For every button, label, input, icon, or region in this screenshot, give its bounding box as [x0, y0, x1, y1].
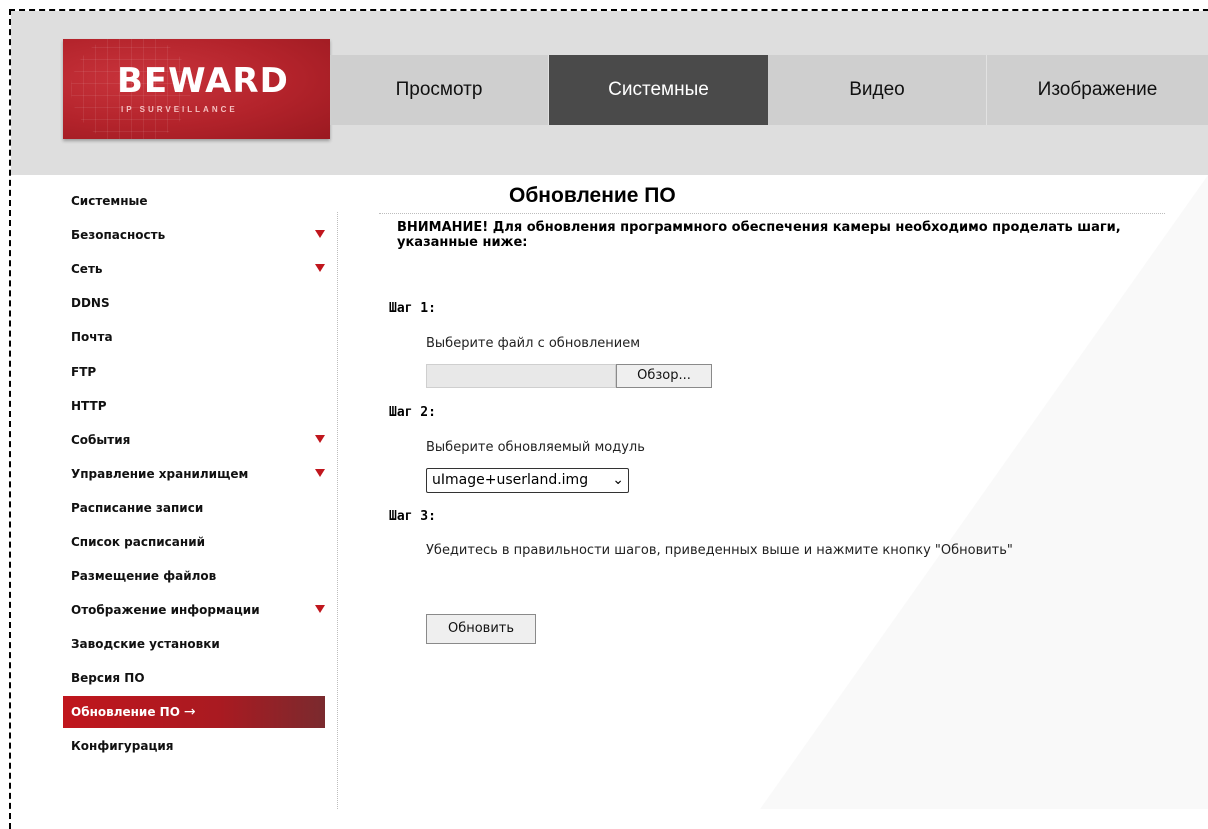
warning-text: ВНИМАНИЕ! Для обновления программного об…	[397, 220, 1121, 250]
step2-text: Выберите обновляемый модуль	[426, 440, 645, 455]
chevron-down-icon: ⌄	[612, 472, 624, 488]
module-select[interactable]: uImage+userland.img ⌄	[426, 468, 629, 493]
step2-label: Шаг 2:	[389, 405, 436, 420]
sidebar: Системные Безопасность Сеть DDNS Почта F…	[63, 184, 325, 764]
sidebar-item-security[interactable]: Безопасность	[63, 218, 325, 252]
sidebar-item-label: Обновление ПО	[71, 705, 180, 720]
sidebar-item-label: Безопасность	[71, 228, 166, 243]
sidebar-item-firmware-version[interactable]: Версия ПО	[63, 661, 325, 695]
expand-triangle-icon	[315, 605, 325, 614]
sidebar-item-configuration[interactable]: Конфигурация	[63, 729, 325, 763]
tab-view[interactable]: Просмотр	[330, 55, 549, 125]
sidebar-item-network[interactable]: Сеть	[63, 252, 325, 286]
sidebar-item-http[interactable]: HTTP	[63, 389, 325, 423]
sidebar-item-schedule-list[interactable]: Список расписаний	[63, 525, 325, 559]
sidebar-item-info-display[interactable]: Отображение информации	[63, 593, 325, 627]
sidebar-item-label: Список расписаний	[71, 534, 206, 549]
sidebar-item-system[interactable]: Системные	[63, 184, 325, 218]
sidebar-item-label: Отображение информации	[71, 603, 260, 618]
sidebar-item-label: События	[71, 432, 131, 447]
arrow-right-icon: →	[183, 704, 196, 721]
sidebar-divider	[337, 212, 338, 809]
sidebar-item-storage[interactable]: Управление хранилищем	[63, 457, 325, 491]
page-title: Обновление ПО	[509, 184, 676, 207]
sidebar-item-record-schedule[interactable]: Расписание записи	[63, 491, 325, 525]
update-button[interactable]: Обновить	[426, 614, 536, 644]
brand-logo[interactable]: BEWARD IP SURVEILLANCE	[63, 39, 330, 139]
file-path-field[interactable]	[426, 364, 616, 388]
sidebar-item-label: Размещение файлов	[71, 569, 217, 584]
sidebar-item-label: Заводские установки	[71, 637, 220, 652]
expand-triangle-icon	[315, 264, 325, 273]
expand-triangle-icon	[315, 230, 325, 239]
sidebar-item-label: Конфигурация	[71, 739, 174, 754]
sidebar-item-file-placement[interactable]: Размещение файлов	[63, 559, 325, 593]
sidebar-item-firmware-update[interactable]: Обновление ПО →	[63, 696, 325, 729]
sidebar-item-events[interactable]: События	[63, 423, 325, 457]
sidebar-item-mail[interactable]: Почта	[63, 320, 325, 354]
title-divider	[379, 213, 1165, 214]
tab-image[interactable]: Изображение	[987, 55, 1208, 125]
tab-system[interactable]: Системные	[549, 55, 768, 125]
expand-triangle-icon	[315, 468, 325, 477]
module-select-value: uImage+userland.img	[432, 472, 589, 488]
sidebar-item-label: Почта	[71, 330, 113, 345]
brand-tagline: IP SURVEILLANCE	[121, 105, 238, 114]
sidebar-item-ftp[interactable]: FTP	[63, 354, 325, 388]
top-nav: Просмотр Системные Видео Изображение	[330, 55, 1208, 125]
step3-text: Убедитесь в правильности шагов, приведен…	[426, 543, 1013, 558]
sidebar-item-label: Системные	[71, 194, 148, 209]
sidebar-item-label: FTP	[71, 364, 97, 379]
brand-name: BEWARD	[117, 61, 289, 101]
tab-video[interactable]: Видео	[768, 55, 987, 125]
step3-label: Шаг 3:	[389, 509, 436, 524]
step1-text: Выберите файл с обновлением	[426, 336, 640, 351]
sidebar-item-factory-defaults[interactable]: Заводские установки	[63, 627, 325, 661]
sidebar-item-label: Расписание записи	[71, 500, 204, 515]
browse-button[interactable]: Обзор...	[616, 364, 712, 388]
sidebar-item-label: Сеть	[71, 262, 103, 277]
sidebar-item-ddns[interactable]: DDNS	[63, 286, 325, 320]
step1-label: Шаг 1:	[389, 301, 436, 316]
sidebar-item-label: Версия ПО	[71, 671, 145, 686]
sidebar-item-label: DDNS	[71, 296, 110, 311]
expand-triangle-icon	[315, 434, 325, 443]
watermark	[760, 175, 1208, 809]
sidebar-item-label: Управление хранилищем	[71, 466, 249, 481]
sidebar-item-label: HTTP	[71, 398, 107, 413]
